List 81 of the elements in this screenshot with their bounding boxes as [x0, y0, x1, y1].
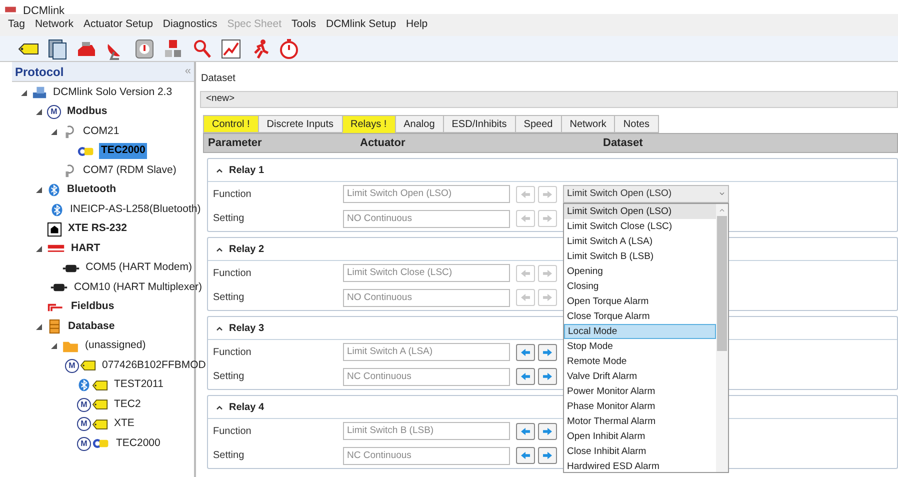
menu-item[interactable]: DCMlink Setup: [321, 17, 402, 33]
parameter-label: Function: [212, 188, 252, 202]
tab[interactable]: Analog: [394, 115, 444, 133]
tab[interactable]: Notes: [614, 115, 659, 133]
menu-item[interactable]: Tools: [286, 17, 322, 33]
dropdown-option[interactable]: Close Inhibit Alarm: [564, 444, 716, 460]
tree-item[interactable]: TEC2000: [114, 436, 162, 452]
dropdown-option[interactable]: Limit Switch Open (LSO): [564, 204, 716, 220]
parameter-label: Setting: [212, 212, 246, 226]
tab[interactable]: Relays !: [342, 115, 396, 133]
dropdown-option[interactable]: Remote Mode: [564, 354, 716, 370]
parameter-label: Function: [212, 424, 252, 439]
dropdown-option[interactable]: Phase Monitor Alarm: [564, 399, 716, 414]
dropdown-option[interactable]: Close Torque Alarm: [564, 309, 716, 324]
panel-title: Protocol: [15, 64, 64, 80]
parameter-label: Function: [212, 346, 252, 360]
dropdown-option[interactable]: Limit Switch B (LSB): [564, 249, 716, 264]
dropdown-option[interactable]: Limit Switch A (LSA): [564, 234, 716, 250]
tree-item[interactable]: Fieldbus: [69, 299, 116, 316]
parameter-label: Setting: [212, 449, 246, 464]
tree-item[interactable]: TEST2011: [112, 377, 166, 394]
tree-item[interactable]: Modbus: [65, 104, 110, 120]
tree-item[interactable]: 077426B102FFBMOD: [100, 358, 208, 374]
tree-item[interactable]: TEC2000: [99, 143, 148, 160]
relay-title: Relay 3: [229, 322, 264, 336]
tree-item[interactable]: TEC2: [112, 396, 143, 413]
column-header: Actuator: [360, 136, 406, 151]
tab[interactable]: ESD/Inhibits: [442, 115, 516, 133]
actuator-field: Limit Switch Open (LSO): [343, 185, 510, 204]
relay-title: Relay 2: [229, 242, 264, 256]
tree-item[interactable]: INEICP-AS-L258(Bluetooth): [68, 202, 203, 218]
actuator-field: NC Continuous: [343, 368, 510, 386]
relay-title: Relay 4: [229, 400, 264, 414]
column-header: Parameter: [207, 136, 263, 151]
tree-item[interactable]: COM7 (RDM Slave): [81, 162, 178, 179]
tab[interactable]: Discrete Inputs: [258, 115, 342, 133]
tree-item[interactable]: Bluetooth: [65, 182, 118, 198]
window-title: DCMlink: [23, 6, 65, 14]
menu-item[interactable]: Network: [30, 17, 78, 33]
actuator-field: Limit Switch A (LSA): [343, 343, 510, 362]
menu-item[interactable]: Help: [401, 17, 433, 33]
parameter-label: Setting: [212, 291, 246, 306]
tab[interactable]: Speed: [514, 115, 562, 133]
menu-item[interactable]: Actuator Setup: [78, 17, 158, 33]
dataset-dropdown[interactable]: Limit Switch Open (LSO): [563, 185, 729, 204]
tree-item[interactable]: HART: [69, 240, 102, 257]
dropdown-option[interactable]: Motor Thermal Alarm: [564, 414, 716, 430]
dropdown-option[interactable]: Open Torque Alarm: [564, 294, 716, 310]
menu-item[interactable]: Tag: [3, 17, 30, 33]
dropdown-option[interactable]: Power Monitor Alarm: [564, 384, 716, 400]
actuator-field: NO Continuous: [343, 288, 510, 307]
dropdown-option[interactable]: Closing: [564, 279, 716, 294]
actuator-field: NC Continuous: [343, 446, 510, 465]
parameter-label: Function: [212, 266, 252, 281]
dropdown-option[interactable]: Opening: [564, 264, 716, 280]
actuator-field: NO Continuous: [343, 210, 510, 228]
dropdown-option[interactable]: Valve Drift Alarm: [564, 369, 716, 384]
dropdown-option[interactable]: Limit Switch Close (LSC): [564, 219, 716, 234]
tree-item[interactable]: XTE RS-232: [66, 221, 129, 238]
menu-item[interactable]: Diagnostics: [158, 17, 222, 33]
parameter-label: Setting: [212, 370, 246, 384]
modbus-icon: M: [47, 105, 61, 120]
tree-item[interactable]: COM5 (HART Modem): [84, 260, 194, 276]
tab[interactable]: Network: [560, 115, 616, 133]
column-header: Dataset: [603, 136, 643, 151]
tree-item[interactable]: COM10 (HART Multiplexer): [72, 280, 204, 296]
tree-item[interactable]: XTE: [112, 416, 136, 432]
dataset-label: Dataset: [201, 72, 236, 86]
tree-item[interactable]: Database: [66, 318, 117, 335]
dropdown-option[interactable]: Hardwired ESD Alarm: [564, 459, 716, 472]
actuator-field: Limit Switch B (LSB): [343, 422, 510, 440]
dropdown-option[interactable]: Local Mode: [564, 324, 716, 340]
actuator-field: Limit Switch Close (LSC): [343, 264, 510, 282]
relay-title: Relay 1: [229, 164, 264, 178]
tree-item[interactable]: COM21: [81, 124, 122, 140]
dropdown-option[interactable]: Open Inhibit Alarm: [564, 429, 716, 444]
dropdown-option[interactable]: Stop Mode: [564, 339, 716, 354]
dataset-field[interactable]: <new>: [200, 91, 898, 108]
tab[interactable]: Control !: [203, 115, 259, 133]
tree-item[interactable]: DCMlink Solo Version 2.3: [51, 84, 174, 101]
tree-item[interactable]: (unassigned): [83, 338, 148, 354]
